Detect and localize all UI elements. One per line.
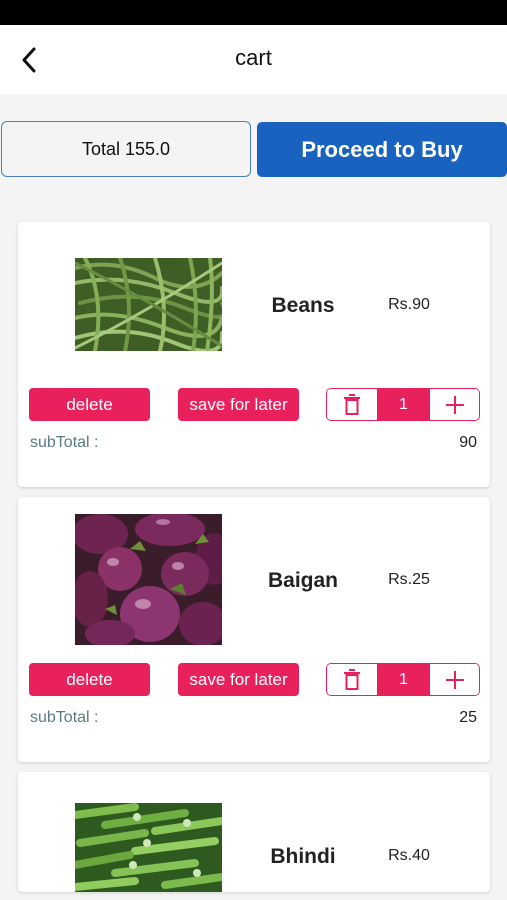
product-name: Beans: [271, 294, 335, 317]
cart-item-beans: Beans Rs.90 delete save for later 1 subT…: [18, 222, 490, 487]
product-price: Rs.40: [388, 847, 430, 864]
save-for-later-button[interactable]: save for later: [178, 663, 299, 696]
eggplant-photo: [75, 514, 222, 645]
subtotal-value: 25: [459, 709, 477, 726]
subtotal-label: subTotal :: [30, 709, 99, 726]
product-price: Rs.90: [388, 296, 430, 313]
quantity-stepper: 1: [326, 663, 480, 696]
page-title: cart: [235, 45, 272, 70]
subtotal-value: 90: [459, 434, 477, 451]
product-name: Bhindi: [270, 845, 336, 868]
plus-icon: [445, 395, 464, 414]
green-beans-photo: [75, 258, 222, 351]
cart-item-bhindi: Bhindi Rs.40: [18, 772, 490, 892]
quantity-stepper: 1: [326, 388, 480, 421]
decrease-button[interactable]: [327, 664, 377, 695]
okra-photo: [75, 803, 222, 892]
status-bar: [0, 0, 507, 25]
cart-item-baigan: Baigan Rs.25 delete save for later 1 sub…: [18, 497, 490, 762]
quantity-value: 1: [377, 664, 430, 695]
delete-button[interactable]: delete: [29, 388, 150, 421]
decrease-button[interactable]: [327, 389, 377, 420]
app-header: cart: [0, 25, 507, 94]
trash-icon: [344, 668, 360, 690]
cart-total: Total 155.0: [1, 121, 251, 177]
proceed-to-buy-button[interactable]: Proceed to Buy: [257, 122, 507, 177]
delete-button[interactable]: delete: [29, 663, 150, 696]
increase-button[interactable]: [430, 664, 479, 695]
plus-icon: [445, 670, 464, 689]
product-price: Rs.25: [388, 571, 430, 588]
product-name: Baigan: [267, 569, 338, 592]
save-for-later-button[interactable]: save for later: [178, 388, 299, 421]
trash-icon: [344, 393, 360, 415]
increase-button[interactable]: [430, 389, 479, 420]
subtotal-label: subTotal :: [30, 434, 99, 451]
quantity-value: 1: [377, 389, 430, 420]
